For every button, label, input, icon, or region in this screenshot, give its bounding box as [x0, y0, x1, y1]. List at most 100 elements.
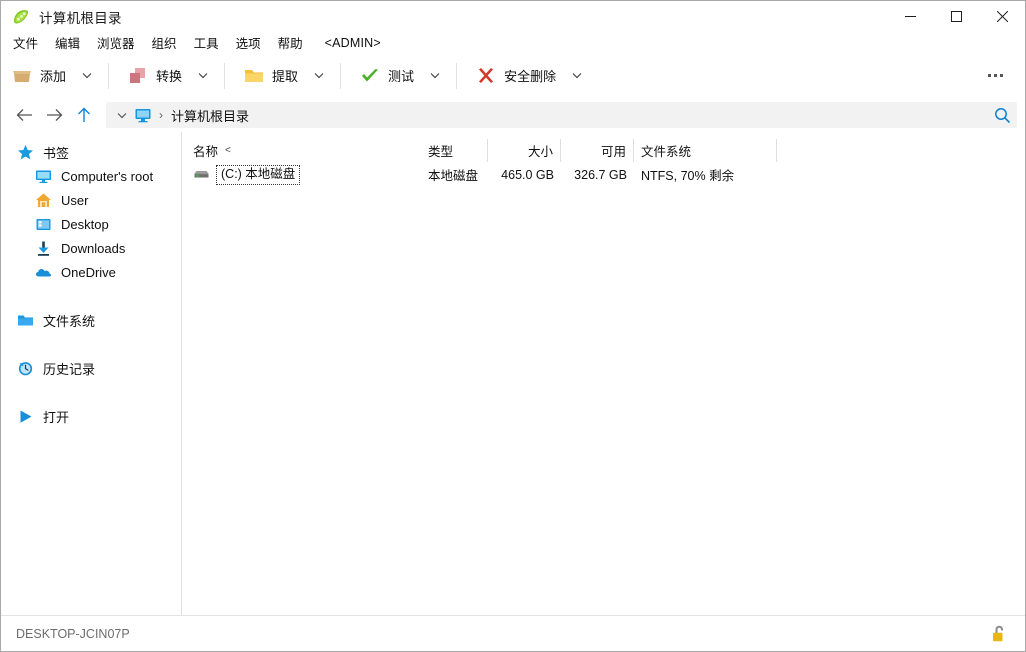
- search-icon[interactable]: [987, 101, 1017, 129]
- more-options-icon[interactable]: [979, 59, 1011, 91]
- content-area: 书签 Computer's root User Desktop Download…: [1, 132, 1025, 615]
- column-header-label: 文件系统: [641, 145, 692, 159]
- toolbar-separator: [456, 62, 458, 89]
- menu-item-organize[interactable]: 组织: [152, 33, 177, 52]
- monitor-icon[interactable]: [134, 106, 152, 124]
- test-dropdown-arrow[interactable]: [422, 59, 448, 93]
- sidebar-item-computers-root[interactable]: Computer's root: [1, 164, 181, 188]
- window-title: 计算机根目录: [39, 10, 122, 26]
- test-button[interactable]: 测试: [349, 59, 422, 93]
- column-header-label: 名称: [193, 145, 219, 159]
- harddisk-icon: [193, 166, 210, 183]
- toolbar-group-add: 添加: [1, 53, 100, 98]
- cell-name[interactable]: (C:) 本地磁盘: [182, 162, 421, 187]
- sidebar: 书签 Computer's root User Desktop Download…: [1, 132, 182, 615]
- menu-item-options[interactable]: 选项: [236, 33, 261, 52]
- convert-dropdown-arrow[interactable]: [190, 59, 216, 93]
- extract-dropdown-arrow[interactable]: [306, 59, 332, 93]
- home-icon: [35, 192, 52, 209]
- menu-item-tools[interactable]: 工具: [194, 33, 219, 52]
- secure-delete-dropdown-arrow[interactable]: [564, 59, 590, 93]
- sidebar-item-label: Downloads: [61, 240, 126, 256]
- sidebar-item-label: 打开: [43, 409, 70, 425]
- close-button[interactable]: [979, 1, 1025, 32]
- menu-item-file[interactable]: 文件: [13, 33, 38, 52]
- column-header-free[interactable]: 可用: [561, 139, 634, 162]
- column-header-label: 可用: [600, 145, 626, 159]
- sidebar-item-label: Computer's root: [61, 168, 154, 184]
- breadcrumb-separator: ›: [159, 108, 163, 122]
- folder-blue-icon: [17, 312, 34, 329]
- convert-squares-icon: [127, 65, 149, 87]
- up-button[interactable]: [69, 101, 99, 129]
- chevron-down-icon[interactable]: [112, 112, 132, 119]
- column-header-name[interactable]: 名称 <: [182, 139, 421, 162]
- cell-free: 326.7 GB: [574, 167, 627, 182]
- sidebar-item-desktop[interactable]: Desktop: [1, 212, 181, 236]
- menu-item-admin: <ADMIN>: [324, 35, 381, 50]
- extract-button[interactable]: 提取: [233, 59, 306, 93]
- menu-item-edit[interactable]: 编辑: [55, 33, 80, 52]
- window-controls: [887, 1, 1025, 32]
- column-header-label: 类型: [428, 145, 454, 159]
- status-bar: DESKTOP-JCIN07P: [1, 615, 1025, 651]
- extract-button-label: 提取: [272, 69, 299, 84]
- cell-filesystem: NTFS, 70% 剩余: [641, 169, 735, 183]
- cell-size: 465.0 GB: [501, 167, 554, 182]
- cell-name-label: (C:) 本地磁盘: [216, 164, 301, 185]
- toolbar-group-secure-delete: 安全删除: [465, 53, 590, 98]
- column-header-type[interactable]: 类型: [421, 139, 488, 162]
- test-button-label: 测试: [388, 69, 415, 84]
- sidebar-item-user[interactable]: User: [1, 188, 181, 212]
- minimize-button[interactable]: [887, 1, 933, 32]
- menu-item-help[interactable]: 帮助: [278, 33, 303, 52]
- sidebar-item-filesystem[interactable]: 文件系统: [1, 308, 181, 332]
- address-bar: › 计算机根目录: [1, 98, 1025, 132]
- column-header-label: 大小: [527, 145, 553, 159]
- sidebar-item-label: 历史记录: [43, 361, 96, 377]
- desktop-icon: [35, 216, 52, 233]
- toolbar-separator: [108, 62, 110, 89]
- unlocked-padlock-icon[interactable]: [990, 624, 1008, 644]
- menu-bar: 文件 编辑 浏览器 组织 工具 选项 帮助 <ADMIN>: [1, 32, 1025, 53]
- file-manager-window: 计算机根目录 文件 编辑 浏览器 组织 工具 选项 帮助 <ADMIN> 添加 …: [0, 0, 1026, 652]
- red-x-icon: [475, 65, 497, 87]
- back-button[interactable]: [9, 101, 39, 129]
- title-bar: 计算机根目录: [1, 1, 1025, 32]
- column-header-filesystem[interactable]: 文件系统: [634, 139, 777, 162]
- cell-type: 本地磁盘: [428, 169, 479, 183]
- cloud-icon: [35, 264, 52, 281]
- menu-item-browser[interactable]: 浏览器: [97, 33, 135, 52]
- sidebar-item-open[interactable]: 打开: [1, 404, 181, 428]
- sidebar-item-downloads[interactable]: Downloads: [1, 236, 181, 260]
- file-list-pane: 名称 < 类型 大小 可用 文件系统 (C:) 本地磁盘 本地磁盘 465.0 …: [182, 132, 1025, 615]
- add-button[interactable]: 添加: [1, 59, 74, 93]
- main-toolbar: 添加 转换 提取 测试 安全删除: [1, 53, 1025, 98]
- maximize-button[interactable]: [933, 1, 979, 32]
- secure-delete-button[interactable]: 安全删除: [465, 59, 564, 93]
- breadcrumb-path[interactable]: 计算机根目录: [171, 106, 249, 125]
- sidebar-item-bookmarks[interactable]: 书签: [1, 140, 181, 164]
- sidebar-item-label: User: [61, 192, 89, 208]
- table-row[interactable]: (C:) 本地磁盘 本地磁盘 465.0 GB 326.7 GB NTFS, 7…: [182, 162, 1025, 187]
- toolbar-separator: [340, 62, 342, 89]
- toolbar-separator: [224, 62, 226, 89]
- forward-button[interactable]: [39, 101, 69, 129]
- breadcrumb[interactable]: › 计算机根目录: [106, 102, 1017, 128]
- star-icon: [17, 144, 34, 161]
- peapod-icon: [12, 8, 30, 26]
- sidebar-item-label: Desktop: [61, 216, 109, 232]
- sidebar-item-history[interactable]: 历史记录: [1, 356, 181, 380]
- toolbar-group-extract: 提取: [233, 53, 332, 98]
- column-header-size[interactable]: 大小: [488, 139, 561, 162]
- toolbar-group-test: 测试: [349, 53, 448, 98]
- sidebar-item-label: 书签: [43, 145, 70, 161]
- toolbar-group-convert: 转换: [117, 53, 216, 98]
- sort-indicator-icon: <: [225, 145, 231, 156]
- box-icon: [11, 65, 33, 87]
- sidebar-item-onedrive[interactable]: OneDrive: [1, 260, 181, 284]
- convert-button[interactable]: 转换: [117, 59, 190, 93]
- add-dropdown-arrow[interactable]: [74, 59, 100, 93]
